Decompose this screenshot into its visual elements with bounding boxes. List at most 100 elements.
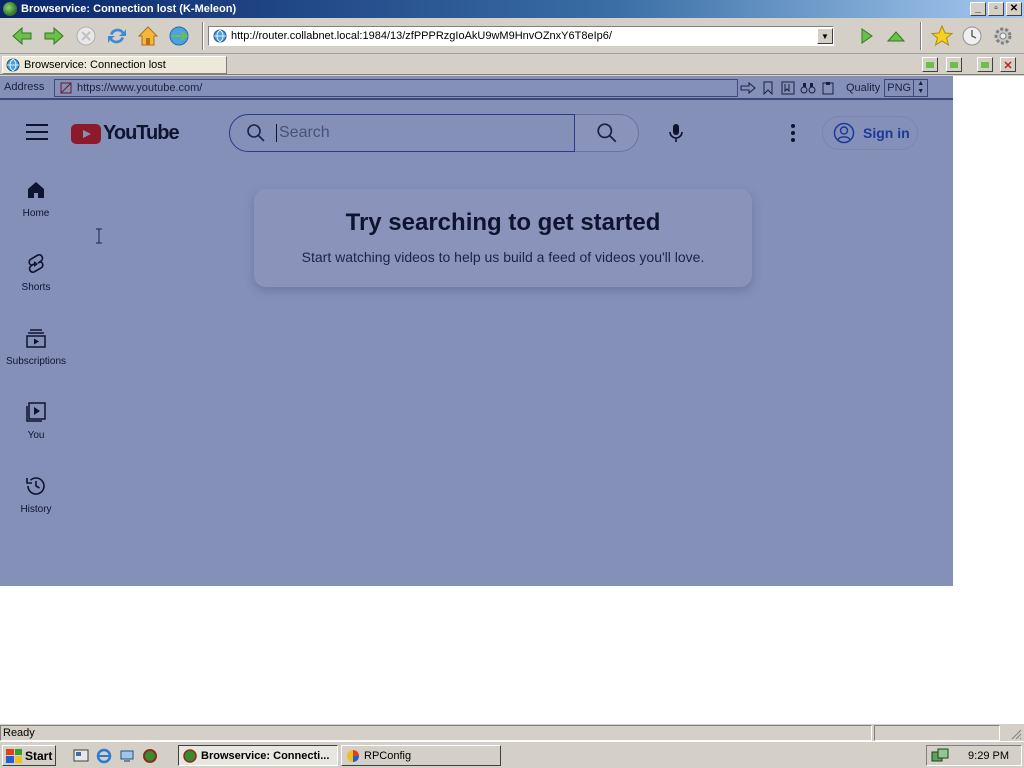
sign-in-button[interactable]: Sign in <box>822 116 918 150</box>
k-meleon-quicklaunch-icon[interactable] <box>141 747 159 765</box>
new-tab-icon <box>981 61 989 68</box>
nav-you[interactable]: You <box>0 392 72 452</box>
close-tab-icon <box>1004 60 1012 69</box>
stop-icon <box>76 26 96 46</box>
close-tab-button[interactable] <box>1000 57 1016 72</box>
taskbar-item-rpconfig[interactable]: RPConfig <box>341 745 501 766</box>
empty-feed-subtitle: Start watching videos to help us build a… <box>301 249 705 265</box>
nav-history-label: History <box>20 504 52 515</box>
search-placeholder: Search <box>276 124 330 142</box>
search-icon <box>247 124 265 142</box>
bookmarks-list-icon[interactable] <box>780 80 796 96</box>
search-input[interactable]: Search <box>229 114 575 152</box>
home-button[interactable] <box>134 22 162 50</box>
history-button[interactable] <box>958 22 986 50</box>
bookmarks-button[interactable] <box>928 22 956 50</box>
menu-icon[interactable] <box>26 124 48 140</box>
clipboard-icon[interactable] <box>820 80 836 96</box>
status-progress <box>874 725 1000 741</box>
forward-button[interactable] <box>40 22 68 50</box>
youtube-logo-text: YouTube <box>103 122 180 144</box>
resize-grip-icon[interactable] <box>1006 726 1022 740</box>
start-button[interactable]: Start <box>2 745 56 766</box>
youtube-logo[interactable]: YouTube <box>71 122 180 145</box>
youtube-page: YouTube Search Sign in Home Shorts Subsc… <box>0 102 953 586</box>
address-field[interactable]: https://www.youtube.com/ <box>54 79 738 97</box>
nav-home-label: Home <box>22 208 50 219</box>
up-button[interactable] <box>882 22 910 50</box>
more-options-icon[interactable] <box>783 122 803 144</box>
globe-go-icon <box>169 26 189 46</box>
tab-globe-icon <box>6 58 20 72</box>
network-tray-icon[interactable] <box>931 748 949 764</box>
back-button[interactable] <box>8 22 36 50</box>
home-icon <box>137 26 159 46</box>
system-tray: 9:29 PM <box>926 745 1022 766</box>
rpconfig-icon <box>347 749 359 762</box>
minimize-button[interactable]: _ <box>970 2 986 16</box>
nav-history[interactable]: History <box>0 466 72 526</box>
preferences-button[interactable] <box>989 22 1017 50</box>
nav-you-label: You <box>27 430 45 441</box>
tab-browservice[interactable]: Browservice: Connection lost <box>2 56 227 74</box>
url-bar[interactable]: http://router.collabnet.local:1984/13/zf… <box>208 26 834 46</box>
back-arrow-icon <box>12 26 32 46</box>
tab-label: Browservice: Connection lost <box>24 59 166 71</box>
tab-prev-button[interactable] <box>922 57 938 72</box>
stop-button[interactable] <box>72 22 100 50</box>
nav-shorts[interactable]: Shorts <box>0 244 72 304</box>
play-icon <box>861 28 873 44</box>
go-button[interactable] <box>165 22 193 50</box>
network-icon[interactable] <box>118 747 136 765</box>
url-dropdown-button[interactable]: ▼ <box>817 28 833 44</box>
quality-select[interactable]: PNG ▲ ▼ <box>884 79 929 97</box>
go-forward-button[interactable] <box>852 22 880 50</box>
reload-button[interactable] <box>103 22 131 50</box>
nav-home[interactable]: Home <box>0 170 72 230</box>
status-bar: Ready <box>0 723 1024 741</box>
gear-icon <box>994 27 1012 45</box>
subscriptions-icon <box>26 329 46 348</box>
window-title-bar[interactable]: Browservice: Connection lost (K-Meleon) … <box>0 0 1024 18</box>
new-tab-button[interactable] <box>977 57 993 72</box>
shorts-icon <box>28 254 44 273</box>
address-label: Address <box>4 81 45 93</box>
history-icon <box>26 477 45 495</box>
taskbar: Start Browservice: Connecti... RPConfig … <box>0 741 1024 768</box>
tab-next-button[interactable] <box>946 57 962 72</box>
empty-feed-title: Try searching to get started <box>345 209 661 236</box>
up-arrow-icon <box>886 31 906 42</box>
url-text[interactable]: http://router.collabnet.local:1984/13/zf… <box>231 30 817 42</box>
quality-label: Quality <box>846 82 881 94</box>
restore-button[interactable]: ▫ <box>988 2 1004 16</box>
sign-in-label: Sign in <box>863 125 910 141</box>
show-desktop-icon[interactable] <box>72 747 90 765</box>
taskbar-item-label: Browservice: Connecti... <box>201 749 330 762</box>
tab-prev-icon <box>926 61 934 68</box>
bookmark-icon[interactable] <box>760 80 776 96</box>
clock[interactable]: 9:29 PM <box>968 750 1009 762</box>
search-button-icon <box>596 123 616 143</box>
go-icon[interactable] <box>740 80 756 96</box>
windows-logo-icon <box>6 748 22 763</box>
k-meleon-icon <box>3 2 17 16</box>
nav-subscriptions-label: Subscriptions <box>5 356 67 367</box>
quality-spinner[interactable]: ▲ ▼ <box>913 80 927 96</box>
taskbar-item-label: RPConfig <box>364 749 412 762</box>
close-button[interactable]: ✕ <box>1006 2 1022 16</box>
voice-search-button[interactable] <box>657 114 695 152</box>
reload-icon <box>108 28 126 44</box>
blank-area-bottom <box>0 586 1024 723</box>
page-globe-icon <box>213 29 227 43</box>
search-button[interactable] <box>575 114 639 152</box>
start-label: Start <box>25 748 53 763</box>
nav-subscriptions[interactable]: Subscriptions <box>0 318 72 378</box>
microphone-icon <box>669 124 683 142</box>
home-icon <box>28 182 44 198</box>
blank-area-right <box>953 76 1024 586</box>
text-cursor-icon <box>96 228 102 244</box>
taskbar-item-browservice[interactable]: Browservice: Connecti... <box>178 745 338 766</box>
address-url[interactable]: https://www.youtube.com/ <box>77 82 202 94</box>
find-icon[interactable] <box>800 80 816 96</box>
internet-explorer-icon[interactable] <box>95 747 113 765</box>
